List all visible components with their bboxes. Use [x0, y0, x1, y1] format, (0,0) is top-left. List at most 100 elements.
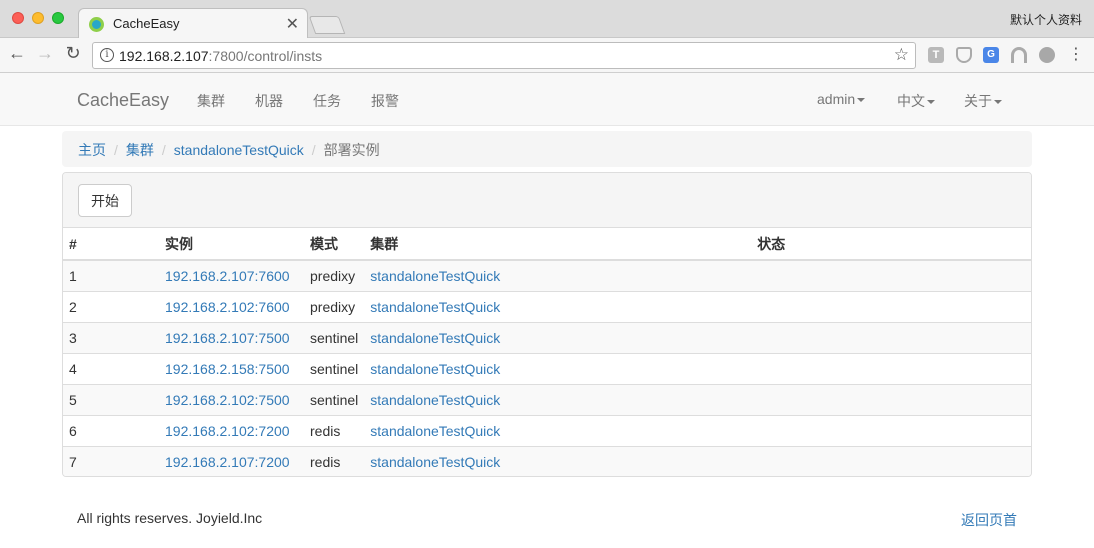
user-dropdown[interactable]: admin — [817, 91, 866, 107]
row-number: 6 — [63, 414, 159, 446]
row-status — [751, 290, 1031, 322]
row-status — [751, 414, 1031, 446]
instance-link[interactable]: 192.168.2.107:7200 — [165, 454, 290, 470]
row-cluster: standaloneTestQuick — [364, 445, 752, 476]
row-number: 2 — [63, 290, 159, 322]
row-cluster: standaloneTestQuick — [364, 352, 752, 384]
row-number: 1 — [63, 259, 159, 291]
row-cluster: standaloneTestQuick — [364, 290, 752, 322]
tab-title: CacheEasy — [113, 16, 180, 31]
back-arrow-icon[interactable]: ← — [6, 43, 28, 64]
table-row: 1 192.168.2.107:7600 predixy standaloneTest… — [63, 259, 1031, 291]
bookmark-star-icon[interactable]: ☆ — [894, 45, 909, 65]
cluster-link[interactable]: standaloneTestQuick — [370, 454, 500, 470]
cluster-link[interactable]: standaloneTestQuick — [370, 423, 500, 439]
instance-link[interactable]: 192.168.2.102:7500 — [165, 392, 290, 408]
row-mode: redis — [304, 445, 365, 476]
table-row: 4 192.168.2.158:7500 sentinel standaloneTes… — [63, 352, 1031, 384]
address-bar[interactable]: i 192.168.2.107:7800/control/insts ☆ — [92, 42, 916, 69]
nav-tasks[interactable]: 任务 — [313, 91, 341, 111]
cluster-link[interactable]: standaloneTestQuick — [370, 330, 500, 346]
row-status — [751, 352, 1031, 384]
instance-link[interactable]: 192.168.2.158:7500 — [165, 361, 290, 377]
row-status — [751, 321, 1031, 353]
tab-close-icon[interactable]: ✕ — [286, 14, 299, 34]
url-text[interactable]: 192.168.2.107:7800/control/insts — [119, 48, 322, 64]
caret-down-icon — [994, 100, 1002, 105]
row-number: 5 — [63, 383, 159, 415]
row-status — [751, 259, 1031, 291]
row-cluster: standaloneTestQuick — [364, 383, 752, 415]
row-cluster: standaloneTestQuick — [364, 321, 752, 353]
reload-icon[interactable]: ↻ — [62, 43, 84, 64]
cluster-link[interactable]: standaloneTestQuick — [370, 268, 500, 284]
row-instance: 192.168.2.102:7500 — [159, 383, 304, 415]
row-instance: 192.168.2.107:7500 — [159, 321, 304, 353]
forward-arrow-icon[interactable]: → — [34, 43, 56, 64]
row-status — [751, 383, 1031, 415]
row-instance: 192.168.2.107:7600 — [159, 259, 304, 291]
new-tab-button[interactable] — [308, 16, 346, 34]
browser-menu-icon[interactable]: ⋮ — [1068, 44, 1084, 64]
instance-link[interactable]: 192.168.2.102:7200 — [165, 423, 290, 439]
table-row: 6 192.168.2.102:7200 redis standaloneTestQu… — [63, 414, 1031, 446]
row-mode: sentinel — [304, 383, 365, 415]
info-icon[interactable]: i — [100, 48, 114, 62]
row-cluster: standaloneTestQuick — [364, 414, 752, 446]
maximize-window-button[interactable] — [52, 12, 64, 24]
table-row: 2 192.168.2.102:7600 predixy standaloneTest… — [63, 290, 1031, 322]
language-dropdown[interactable]: 中文 — [897, 91, 935, 111]
breadcrumb-current: 部署实例 — [323, 142, 380, 158]
row-instance: 192.168.2.107:7200 — [159, 445, 304, 476]
row-cluster: standaloneTestQuick — [364, 259, 752, 291]
row-mode: sentinel — [304, 352, 365, 384]
instance-link[interactable]: 192.168.2.107:7500 — [165, 330, 290, 346]
row-mode: predixy — [304, 290, 365, 322]
table-header-row: # 实例 模式 集群 状态 — [63, 228, 1031, 261]
row-mode: predixy — [304, 259, 365, 291]
breadcrumb-cluster[interactable]: standaloneTestQuick — [174, 142, 304, 158]
row-number: 4 — [63, 352, 159, 384]
about-label: 关于 — [964, 93, 992, 109]
language-label: 中文 — [897, 93, 925, 109]
col-instance: 实例 — [159, 228, 304, 261]
cluster-link[interactable]: standaloneTestQuick — [370, 299, 500, 315]
extension-arch-icon[interactable] — [1011, 47, 1027, 63]
extension-t-icon[interactable]: T — [928, 47, 944, 63]
row-instance: 192.168.2.102:7600 — [159, 290, 304, 322]
profile-button[interactable]: 默认个人资料 — [1010, 11, 1082, 28]
row-mode: redis — [304, 414, 365, 446]
footer-copyright: All rights reserves. Joyield.Inc — [77, 510, 263, 526]
instance-link[interactable]: 192.168.2.107:7600 — [165, 268, 290, 284]
cluster-link[interactable]: standaloneTestQuick — [370, 392, 500, 408]
col-status: 状态 — [751, 228, 1031, 261]
about-dropdown[interactable]: 关于 — [964, 91, 1002, 111]
extension-globe-icon[interactable] — [1039, 47, 1055, 63]
url-host: 192.168.2.107 — [119, 48, 209, 64]
instances-table: # 实例 模式 集群 状态 1 192.168.2.107:7600 predixy… — [63, 228, 1031, 476]
minimize-window-button[interactable] — [32, 12, 44, 24]
navbar: CacheEasy 集群 机器 任务 报警 admin 中文 关于 — [0, 73, 1094, 126]
breadcrumb-clusters[interactable]: 集群 — [126, 142, 154, 158]
nav-clusters[interactable]: 集群 — [197, 91, 225, 111]
back-to-top-link[interactable]: 返回页首 — [961, 510, 1017, 530]
translate-icon[interactable]: G — [983, 47, 999, 63]
row-mode: sentinel — [304, 321, 365, 353]
table-row: 3 192.168.2.107:7500 sentinel standaloneTes… — [63, 321, 1031, 353]
brand[interactable]: CacheEasy — [77, 90, 169, 111]
favicon-icon — [89, 17, 104, 32]
table-row: 5 192.168.2.102:7500 sentinel standaloneTes… — [63, 383, 1031, 415]
start-button[interactable]: 开始 — [78, 184, 132, 217]
row-instance: 192.168.2.158:7500 — [159, 352, 304, 384]
breadcrumb-home[interactable]: 主页 — [78, 142, 106, 158]
close-window-button[interactable] — [12, 12, 24, 24]
row-number: 3 — [63, 321, 159, 353]
col-number: # — [63, 228, 159, 261]
row-number: 7 — [63, 445, 159, 476]
instance-link[interactable]: 192.168.2.102:7600 — [165, 299, 290, 315]
nav-alarms[interactable]: 报警 — [371, 91, 399, 111]
nav-machines[interactable]: 机器 — [255, 91, 283, 111]
extension-shield-icon[interactable] — [956, 47, 972, 63]
cluster-link[interactable]: standaloneTestQuick — [370, 361, 500, 377]
browser-tab[interactable]: CacheEasy ✕ — [78, 8, 308, 39]
